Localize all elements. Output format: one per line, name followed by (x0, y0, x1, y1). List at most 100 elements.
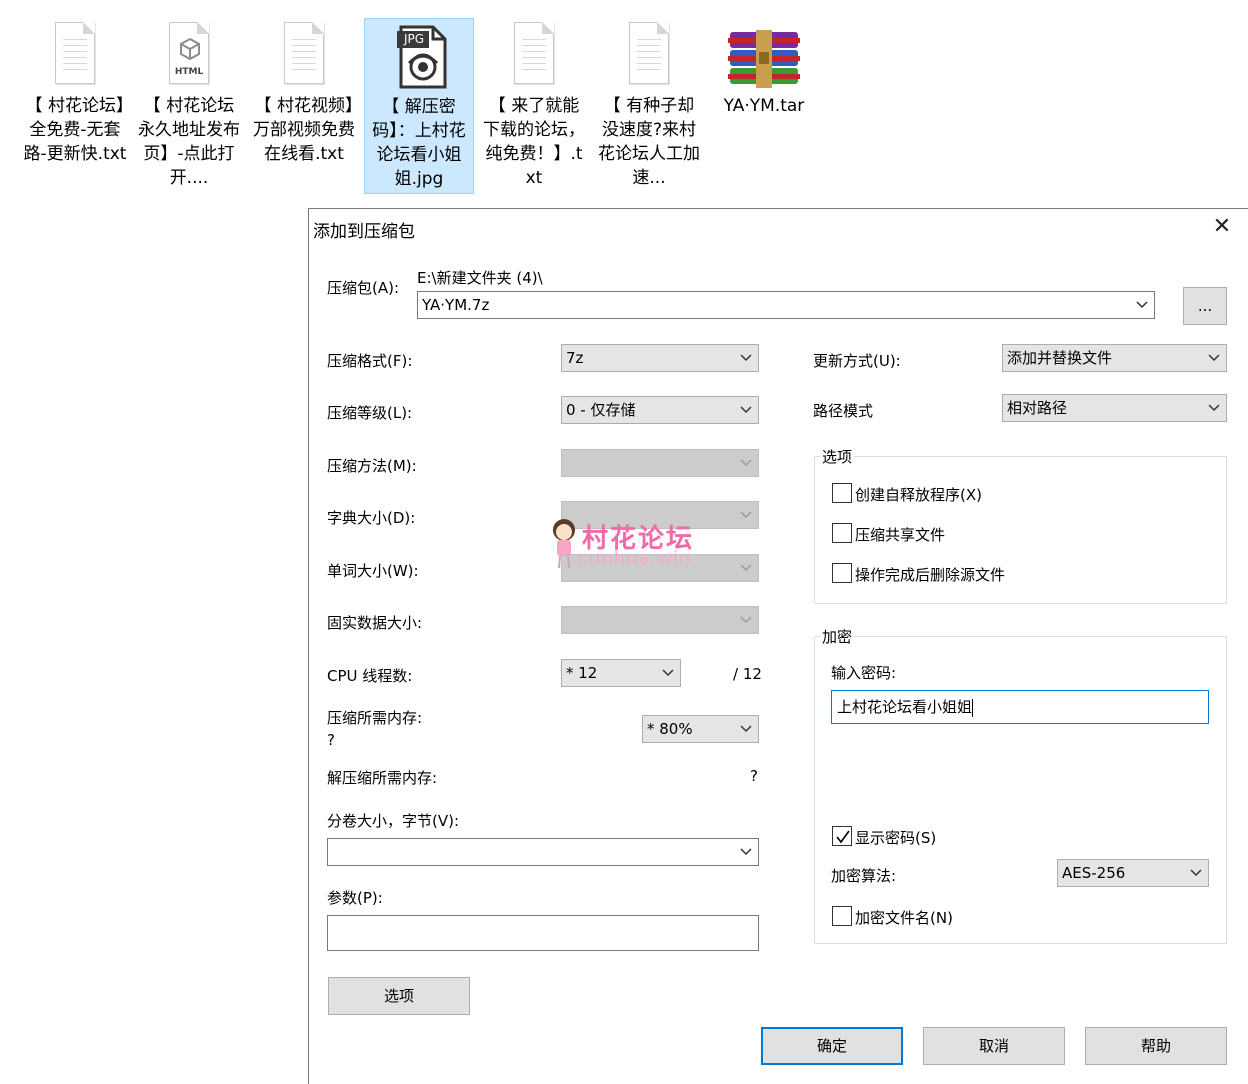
dialog-titlebar[interactable]: 添加到压缩包 ✕ (309, 209, 1248, 247)
mem-percent-select[interactable]: * 80% (642, 715, 759, 743)
params-input[interactable] (327, 915, 759, 951)
chevron-down-icon (662, 669, 674, 677)
file-name: 【 村花论坛永久地址发布页】-点此打开.... (138, 96, 240, 188)
chevron-down-icon (740, 511, 752, 519)
dict-label: 字典大小(D): (327, 509, 416, 527)
delete-after-label: 操作完成后删除源文件 (855, 566, 1006, 584)
word-label: 单词大小(W): (327, 562, 419, 580)
encryption-group-title: 加密 (820, 626, 855, 647)
chevron-down-icon (740, 725, 752, 733)
level-value: 0 - 仅存储 (566, 401, 636, 419)
help-button[interactable]: 帮助 (1085, 1027, 1227, 1065)
cancel-button[interactable]: 取消 (923, 1027, 1065, 1065)
shared-label: 压缩共享文件 (855, 526, 946, 544)
encrypt-names-checkbox[interactable] (832, 906, 852, 926)
password-input[interactable]: 上村花论坛看小姐姐 (831, 690, 1209, 724)
sfx-checkbox[interactable] (832, 483, 852, 503)
desktop-file-2[interactable]: HTML 【 村花论坛永久地址发布页】-点此打开.... (134, 18, 244, 194)
file-name: YA·YM.tar (723, 96, 805, 116)
file-name: 【 有种子却没速度?来村花论坛人工加速... (598, 96, 700, 188)
chevron-down-icon (740, 406, 752, 414)
path-mode-value: 相对路径 (1007, 399, 1068, 417)
options-button[interactable]: 选项 (328, 977, 470, 1015)
delete-after-checkbox[interactable] (832, 563, 852, 583)
jpg-badge: JPG (403, 32, 425, 46)
archive-name-combo[interactable]: YA·YM.7z (417, 291, 1155, 319)
level-label: 压缩等级(L): (327, 404, 413, 422)
add-to-archive-dialog: 添加到压缩包 ✕ 压缩包(A): E:\新建文件夹 (4)\ YA·YM.7z … (308, 208, 1248, 1084)
pathmode-label: 路径模式 (813, 402, 874, 420)
show-password-label: 显示密码(S) (855, 829, 937, 847)
cpu-threads-select[interactable]: * 12 (561, 659, 681, 687)
mem-percent-value: * 80% (647, 720, 693, 738)
chevron-down-icon (1190, 869, 1202, 877)
text-file-icon (506, 22, 562, 92)
desktop-file-1[interactable]: 【 村花论坛】全免费-无套路-更新快.txt (20, 18, 130, 194)
winrar-archive-icon (728, 22, 800, 92)
mem-value: ? (327, 731, 335, 749)
params-label: 参数(P): (327, 889, 383, 907)
options-group-title: 选项 (820, 446, 855, 467)
archive-path: E:\新建文件夹 (4)\ (417, 269, 543, 287)
format-value: 7z (566, 349, 584, 367)
method-label: 压缩方法(M): (327, 457, 417, 475)
demem-label: 解压缩所需内存: (327, 769, 438, 787)
file-name: 【 来了就能下载的论坛，纯免费！】.txt (483, 96, 585, 188)
sfx-label: 创建自释放程序(X) (855, 486, 982, 504)
text-file-icon (276, 22, 332, 92)
file-name: 【 村花论坛】全免费-无套路-更新快.txt (23, 96, 127, 164)
html-badge: HTML (174, 67, 204, 77)
format-select[interactable]: 7z (561, 344, 759, 372)
archive-name-value: YA·YM.7z (422, 296, 490, 314)
girl-mascot-icon (553, 519, 575, 569)
desktop-file-6[interactable]: 【 有种子却没速度?来村花论坛人工加速... (594, 18, 704, 194)
desktop-file-4[interactable]: JPG 【 解压密码】：上村花论坛看小姐姐.jpg (364, 18, 474, 194)
browse-button[interactable]: ... (1183, 287, 1227, 325)
chevron-down-icon (740, 459, 752, 467)
desktop-file-5[interactable]: 【 来了就能下载的论坛，纯免费！】.txt (479, 18, 589, 194)
encrypt-names-label: 加密文件名(N) (855, 909, 953, 927)
algo-label: 加密算法: (831, 867, 897, 885)
cpu-threads-value: * 12 (566, 664, 598, 682)
mem-label: 压缩所需内存: (327, 709, 423, 727)
password-label: 输入密码: (831, 664, 897, 682)
password-value: 上村花论坛看小姐姐 (837, 698, 973, 716)
update-mode-value: 添加并替换文件 (1007, 349, 1113, 367)
watermark: 村花论坛 cunhua.win (548, 516, 708, 572)
text-file-icon (47, 22, 103, 92)
show-password-checkbox[interactable] (832, 826, 852, 846)
demem-value: ? (750, 767, 758, 785)
desktop-file-7[interactable]: YA·YM.tar (709, 18, 819, 194)
method-select (561, 449, 759, 477)
chevron-down-icon (740, 616, 752, 624)
chevron-down-icon (1208, 354, 1220, 362)
chevron-down-icon (1208, 404, 1220, 412)
format-label: 压缩格式(F): (327, 352, 413, 370)
chevron-down-icon (740, 564, 752, 572)
file-name: 【 解压密码】：上村花论坛看小姐姐.jpg (372, 97, 466, 189)
update-label: 更新方式(U): (813, 352, 901, 370)
text-file-icon (621, 22, 677, 92)
archive-label: 压缩包(A): (327, 279, 400, 297)
volume-size-combo[interactable] (327, 838, 759, 866)
dialog-title: 添加到压缩包 (313, 222, 415, 242)
text-caret (972, 698, 974, 717)
encryption-method-value: AES-256 (1062, 864, 1126, 882)
chevron-down-icon (1136, 301, 1148, 309)
shared-checkbox[interactable] (832, 523, 852, 543)
update-mode-select[interactable]: 添加并替换文件 (1002, 344, 1227, 372)
close-icon[interactable]: ✕ (1210, 215, 1234, 239)
html-file-icon: HTML (161, 22, 217, 92)
chevron-down-icon (740, 848, 752, 856)
desktop-file-3[interactable]: 【 村花视频】万部视频免费在线看.txt (249, 18, 359, 194)
ok-button[interactable]: 确定 (761, 1027, 903, 1065)
cpu-max: / 12 (733, 665, 762, 683)
encryption-method-select[interactable]: AES-256 (1057, 859, 1209, 887)
checkmark-icon (836, 830, 850, 844)
solid-label: 固实数据大小: (327, 614, 423, 632)
chevron-down-icon (740, 354, 752, 362)
cpu-label: CPU 线程数: (327, 667, 413, 685)
path-mode-select[interactable]: 相对路径 (1002, 394, 1227, 422)
level-select[interactable]: 0 - 仅存储 (561, 396, 759, 424)
jpg-file-icon: JPG (391, 23, 447, 93)
